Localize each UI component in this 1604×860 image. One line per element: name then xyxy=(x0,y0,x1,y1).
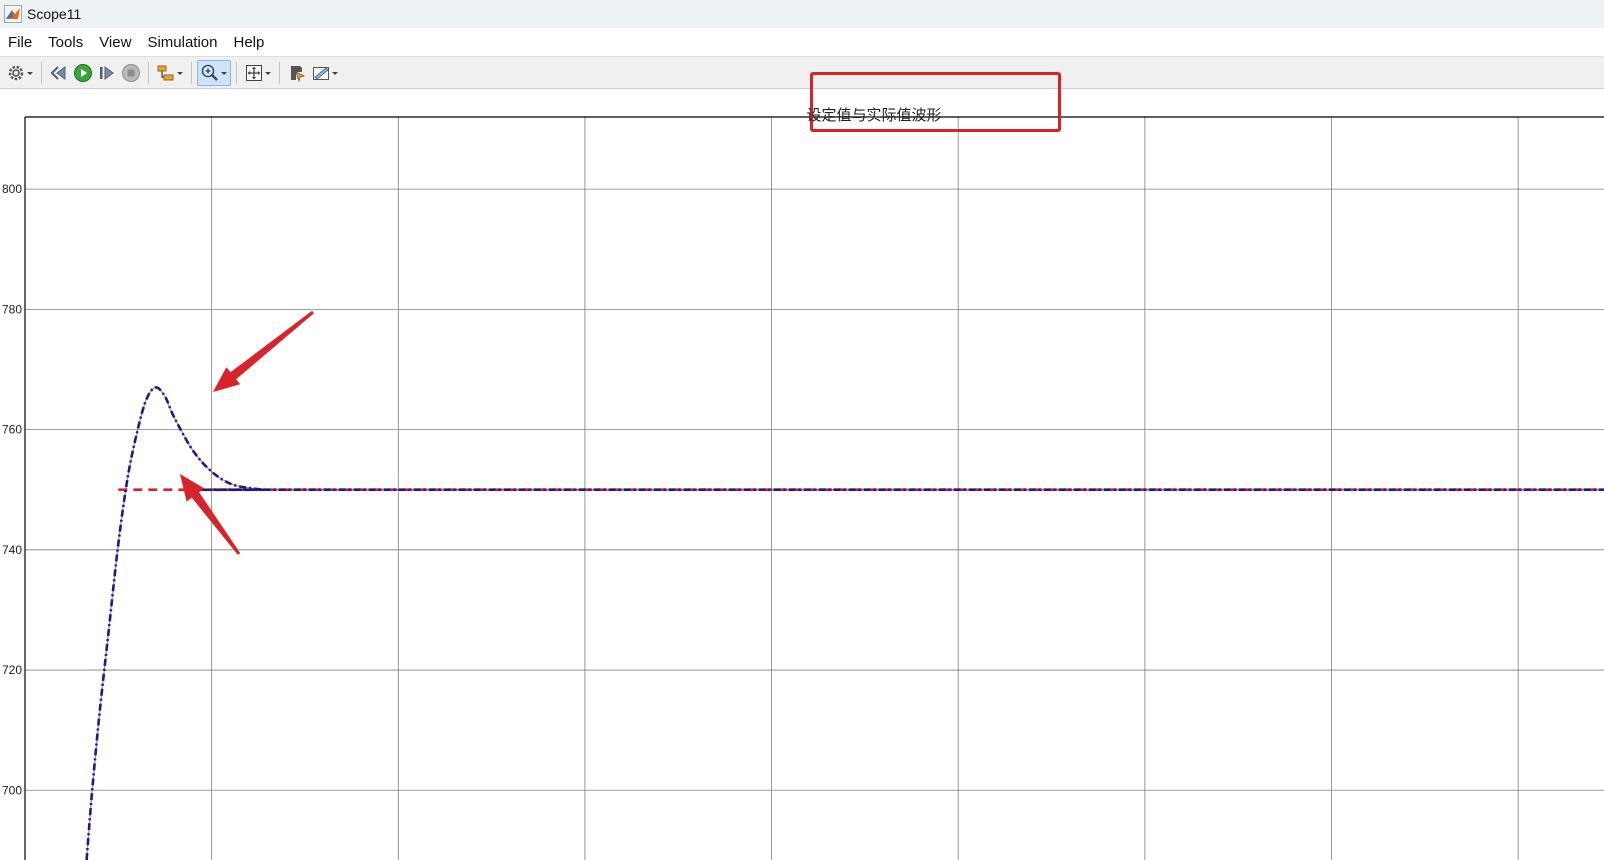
series-actual-value xyxy=(85,386,1604,860)
highlight-block-icon xyxy=(291,65,306,82)
configuration-button[interactable] xyxy=(4,60,36,86)
grid xyxy=(25,117,1604,860)
menu-help[interactable]: Help xyxy=(226,34,273,51)
y-tick-label: 800 xyxy=(2,182,22,196)
arrow-to-overshoot xyxy=(213,310,314,392)
toolbar-separator xyxy=(236,61,237,84)
y-tick-label: 780 xyxy=(2,302,22,316)
zoom-in-icon xyxy=(201,64,218,81)
y-tick-label: 720 xyxy=(2,663,22,677)
toolbar-separator xyxy=(41,61,42,84)
configuration-gear-icon xyxy=(8,65,24,80)
signal-selector-icon xyxy=(157,65,174,80)
chevron-down-icon xyxy=(221,71,227,75)
step-back-icon xyxy=(50,65,66,80)
style-button[interactable] xyxy=(309,60,341,86)
y-tick-label: 700 xyxy=(2,783,22,797)
chevron-down-icon xyxy=(332,71,338,75)
stop-icon xyxy=(122,63,140,82)
plot-title: 设定值与实际值波形 xyxy=(806,106,942,124)
scope-plot[interactable]: 700 720 740 760 780 800 xyxy=(0,0,1604,860)
chevron-down-icon xyxy=(265,71,271,75)
menu-tools[interactable]: Tools xyxy=(40,34,91,51)
toolbar-separator xyxy=(191,61,192,84)
matlab-icon xyxy=(4,5,22,23)
signal-selector-button[interactable] xyxy=(154,60,186,86)
y-tick-label: 760 xyxy=(2,423,22,437)
step-back-button[interactable] xyxy=(47,60,71,86)
menu-view[interactable]: View xyxy=(91,34,139,51)
chevron-down-icon xyxy=(177,71,183,75)
series-actual-value-shadow xyxy=(85,386,1604,860)
toolbar xyxy=(0,56,1604,89)
autoscale-icon xyxy=(246,64,262,81)
run-icon xyxy=(74,63,92,82)
stop-button[interactable] xyxy=(119,60,143,86)
step-forward-icon xyxy=(100,65,114,80)
autoscale-button[interactable] xyxy=(242,60,274,86)
chevron-down-icon xyxy=(27,71,33,75)
y-tick-label: 740 xyxy=(2,543,22,557)
highlight-block-button[interactable] xyxy=(285,60,309,86)
y-axis-ticks: 700 720 740 760 780 800 xyxy=(2,182,22,797)
toolbar-separator xyxy=(279,61,280,84)
annotations xyxy=(180,310,314,555)
toolbar-separator xyxy=(148,61,149,84)
menu-bar: File Tools View Simulation Help xyxy=(0,28,1604,56)
series xyxy=(85,386,1604,860)
menu-file[interactable]: File xyxy=(0,34,40,51)
window-title: Scope11 xyxy=(27,6,82,22)
style-icon xyxy=(313,66,329,80)
title-bar: Scope11 xyxy=(0,0,1604,28)
arrow-to-set-value xyxy=(180,474,241,555)
run-button[interactable] xyxy=(71,60,95,86)
step-forward-button[interactable] xyxy=(95,60,119,86)
zoom-in-button[interactable] xyxy=(197,59,231,86)
menu-simulation[interactable]: Simulation xyxy=(139,34,225,51)
